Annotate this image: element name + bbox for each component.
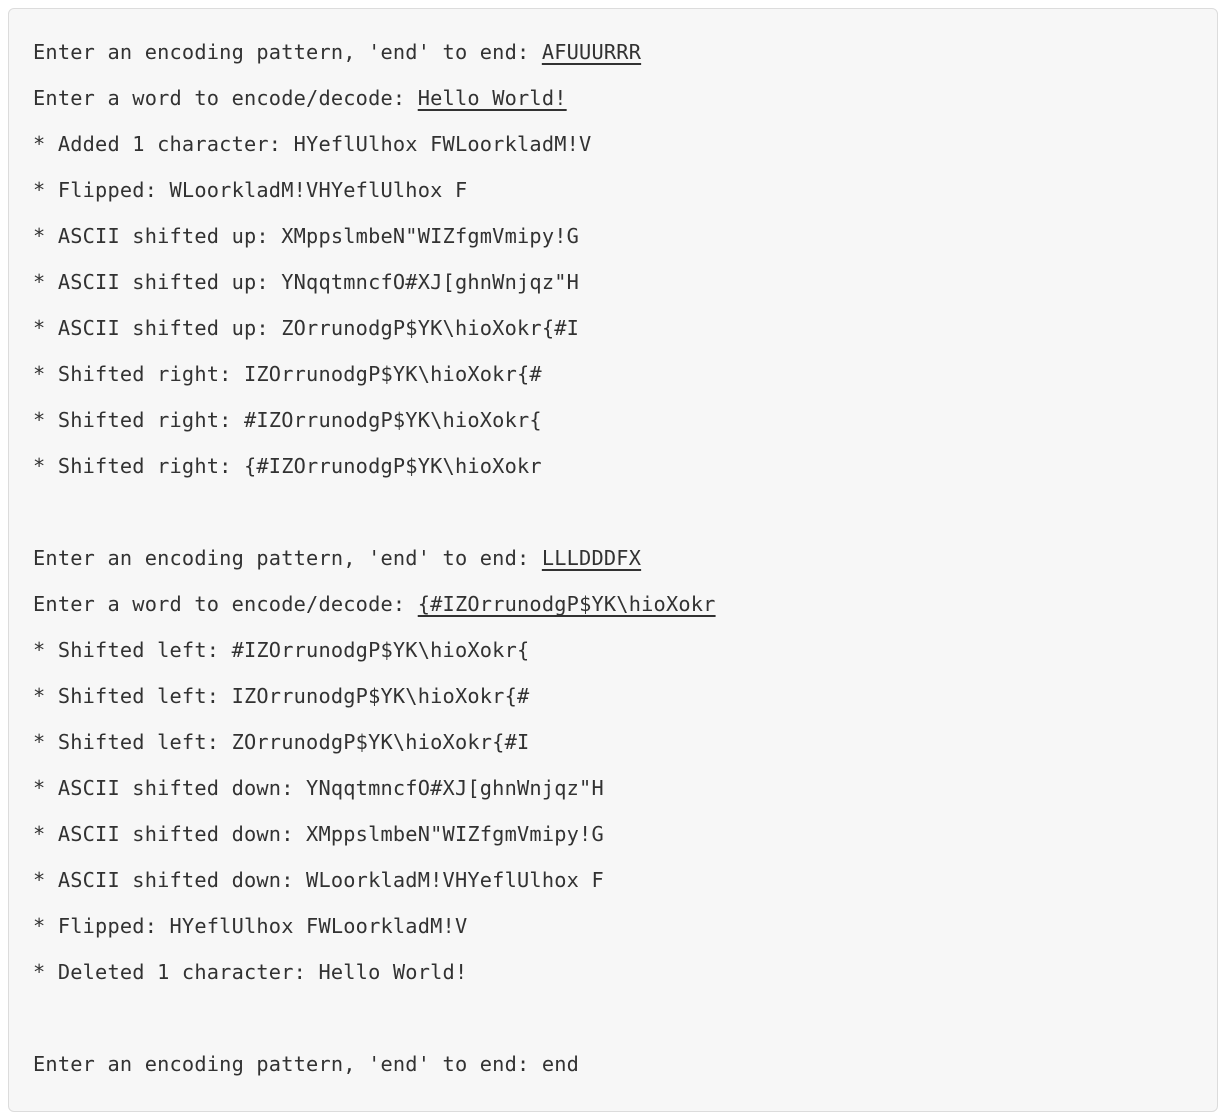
blank-line — [33, 995, 1193, 1041]
user-input-pattern: AFUUURRR — [542, 40, 641, 64]
step-output: * ASCII shifted up: XMppslmbeN"WIZfgmVmi… — [33, 213, 1193, 259]
step-output: * Shifted right: IZOrrunodgP$YK\hioXokr{… — [33, 351, 1193, 397]
prompt-line: Enter a word to encode/decode: {#IZOrrun… — [33, 581, 1193, 627]
step-output: * Shifted right: {#IZOrrunodgP$YK\hioXok… — [33, 443, 1193, 489]
prompt-text: Enter an encoding pattern, 'end' to end: — [33, 1052, 542, 1076]
step-output: * ASCII shifted down: YNqqtmncfO#XJ[ghnW… — [33, 765, 1193, 811]
step-output: * Shifted right: #IZOrrunodgP$YK\hioXokr… — [33, 397, 1193, 443]
step-output: * Deleted 1 character: Hello World! — [33, 949, 1193, 995]
prompt-text: Enter a word to encode/decode: — [33, 86, 418, 110]
prompt-line: Enter an encoding pattern, 'end' to end:… — [33, 29, 1193, 75]
user-input-end: end — [542, 1052, 579, 1076]
user-input-pattern: LLLDDDFX — [542, 546, 641, 570]
step-output: * Shifted left: IZOrrunodgP$YK\hioXokr{# — [33, 673, 1193, 719]
step-output: * Flipped: HYeflUlhox FWLoorkladM!V — [33, 903, 1193, 949]
step-output: * Shifted left: ZOrrunodgP$YK\hioXokr{#I — [33, 719, 1193, 765]
prompt-line: Enter an encoding pattern, 'end' to end:… — [33, 1041, 1193, 1087]
prompt-line: Enter an encoding pattern, 'end' to end:… — [33, 535, 1193, 581]
step-output: * Flipped: WLoorkladM!VHYeflUlhox F — [33, 167, 1193, 213]
blank-line — [33, 489, 1193, 535]
step-output: * ASCII shifted up: YNqqtmncfO#XJ[ghnWnj… — [33, 259, 1193, 305]
step-output: * ASCII shifted down: XMppslmbeN"WIZfgmV… — [33, 811, 1193, 857]
step-output: * Added 1 character: HYeflUlhox FWLoorkl… — [33, 121, 1193, 167]
prompt-line: Enter a word to encode/decode: Hello Wor… — [33, 75, 1193, 121]
step-output: * Shifted left: #IZOrrunodgP$YK\hioXokr{ — [33, 627, 1193, 673]
prompt-text: Enter an encoding pattern, 'end' to end: — [33, 546, 542, 570]
prompt-text: Enter an encoding pattern, 'end' to end: — [33, 40, 542, 64]
user-input-word: Hello World! — [418, 86, 567, 110]
step-output: * ASCII shifted down: WLoorkladM!VHYeflU… — [33, 857, 1193, 903]
step-output: * ASCII shifted up: ZOrrunodgP$YK\hioXok… — [33, 305, 1193, 351]
user-input-word: {#IZOrrunodgP$YK\hioXokr — [418, 592, 716, 616]
terminal-output-box: Enter an encoding pattern, 'end' to end:… — [8, 8, 1218, 1112]
prompt-text: Enter a word to encode/decode: — [33, 592, 418, 616]
